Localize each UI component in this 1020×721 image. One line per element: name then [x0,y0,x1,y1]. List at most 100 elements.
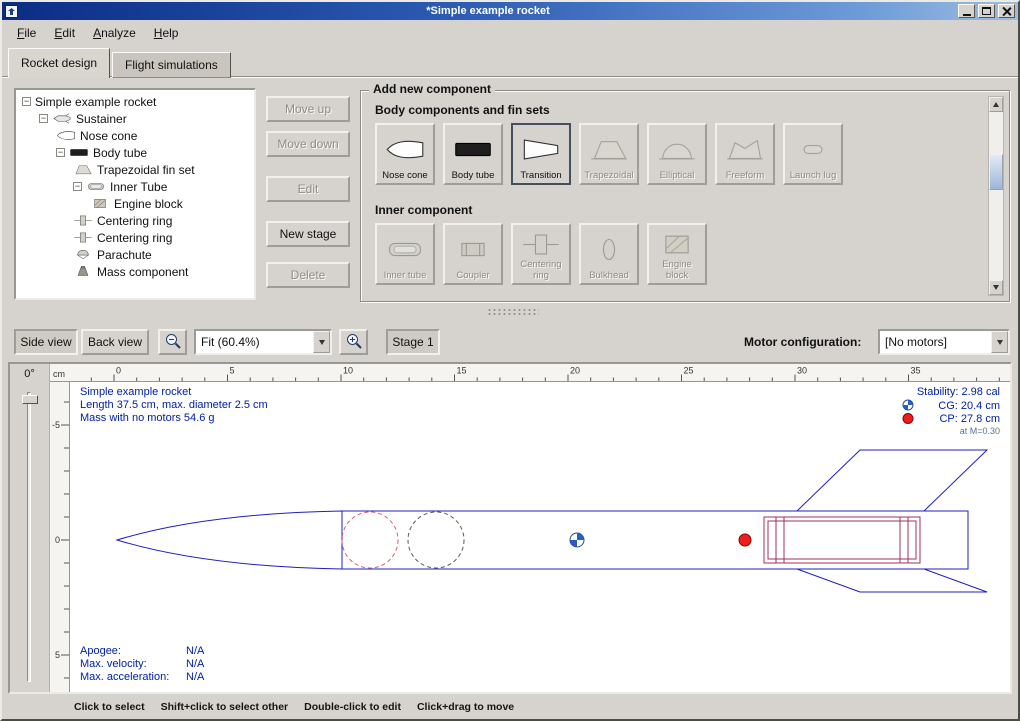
zoom-combo[interactable]: Fit (60.4%) [194,329,332,355]
tree-item-parachute-9[interactable]: Parachute [18,246,254,263]
splitter-handle[interactable] [487,308,539,317]
tree-item-sustainer-1[interactable]: −Sustainer [18,110,254,127]
menu-file[interactable]: File [8,23,45,43]
motor-configuration-combo[interactable]: [No motors] [878,329,1010,355]
move-up-button[interactable]: Move up [266,96,350,122]
svg-text:5: 5 [230,366,235,376]
hint-double-click: Double-click to edit [304,701,401,713]
tree-item-inner-tube-5[interactable]: − Inner Tube [18,178,254,195]
add-bulkhead-button[interactable]: Bulkhead [579,223,639,285]
centeringring-icon [73,214,93,227]
rotation-slider-thumb[interactable] [22,395,38,404]
minimize-button[interactable] [958,4,975,18]
rocket-name-text: Simple example rocket [80,386,191,398]
rocket-mass-text: Mass with no motors 54.6 g [80,412,215,424]
tree-item-engine-block-6[interactable]: Engine block [18,195,254,212]
tree-item-mass-component-10[interactable]: Mass component [18,263,254,280]
max-acceleration-value: N/A [186,671,205,683]
minimize-icon [963,14,971,16]
close-icon [1002,7,1011,16]
cp-marker [739,534,751,546]
add-component-panel: Add new component Body components and fi… [360,90,1010,302]
tree-item-trapezoidal-fin-set-4[interactable]: Trapezoidal fin set [18,161,254,178]
trapezoidal-icon [589,129,629,171]
tree-item-body-tube-3[interactable]: − Body tube [18,144,254,161]
rocket-view-panel: 0° cm 05101520253035 -505 [8,362,1012,694]
add-launch-lug-button[interactable]: Launch lug [783,123,843,185]
tree-item-label: Parachute [97,248,152,262]
collapse-icon[interactable]: − [22,97,31,106]
close-button[interactable] [998,4,1015,18]
mass-icon [73,265,93,278]
component-tree[interactable]: −Simple example rocket−SustainerNose con… [14,88,256,300]
menu-analyze[interactable]: Analyze [84,23,145,43]
add-elliptical-button[interactable]: Elliptical [647,123,707,185]
centeringring-icon [73,231,93,244]
scroll-down-button[interactable] [989,280,1003,295]
scroll-up-button[interactable] [989,97,1003,112]
title-bar[interactable]: *Simple example rocket [2,2,1018,20]
add-component-title: Add new component [369,82,495,96]
add-engine-block-button[interactable]: Engine block [647,223,707,285]
magnifier-minus-icon [164,332,182,353]
back-view-button[interactable]: Back view [81,329,149,355]
stage-1-toggle[interactable]: Stage 1 [386,329,440,355]
component-groups: Body components and fin sets Nose coneBod… [375,103,979,285]
rocket-length-text: Length 37.5 cm, max. diameter 2.5 cm [80,399,268,411]
menu-edit[interactable]: Edit [45,23,84,43]
tree-item-label: Mass component [97,265,188,279]
arrow-down-icon [993,285,999,290]
add-transition-button[interactable]: Transition [511,123,571,185]
add-coupler-button[interactable]: Coupler [443,223,503,285]
component-row-1: Inner tubeCouplerCentering ringBulkheadE… [375,223,979,285]
collapse-icon[interactable]: − [39,114,48,123]
move-down-button[interactable]: Move down [266,131,350,157]
collapse-icon[interactable]: − [73,182,82,191]
scrollbar-track[interactable] [989,112,1003,280]
add-freeform-button[interactable]: Freeform [715,123,775,185]
motor-configuration-label: Motor configuration: [744,335,861,349]
tree-item-nose-cone-2[interactable]: Nose cone [18,127,254,144]
apogee-value: N/A [186,645,205,657]
menu-help[interactable]: Help [145,23,188,43]
zoom-in-button[interactable] [339,329,368,355]
scrollbar-thumb[interactable] [989,154,1003,190]
tree-item-simple-example-rocket-0[interactable]: −Simple example rocket [18,93,254,110]
add-body-tube-button[interactable]: Body tube [443,123,503,185]
collapse-icon[interactable]: − [56,148,65,157]
add-component-scrollbar[interactable] [988,96,1004,296]
add-inner-tube-button[interactable]: Inner tube [375,223,435,285]
rocket-icon [52,112,72,125]
rotation-slider[interactable] [27,392,31,682]
tree-item-label: Body tube [93,146,147,160]
app-icon[interactable] [5,5,18,18]
new-stage-button[interactable]: New stage [266,221,350,247]
maximize-button[interactable] [978,4,995,18]
tree-item-centering-ring-8[interactable]: Centering ring [18,229,254,246]
tree-item-label: Centering ring [97,214,172,228]
centeringring-icon [521,229,561,260]
tree-item-label: Inner Tube [110,180,167,194]
rocket-canvas[interactable]: cm 05101520253035 -505 [50,364,1010,692]
tree-item-label: Simple example rocket [35,95,156,109]
combo-arrow-icon[interactable] [313,331,330,353]
svg-text:-5: -5 [52,420,60,430]
window-title: *Simple example rocket [21,5,955,17]
freeform-icon [725,129,765,171]
edit-button[interactable]: Edit [266,176,350,202]
tab-rocket-design[interactable]: Rocket design [8,48,110,78]
tab-flight-simulations[interactable]: Flight simulations [112,52,231,78]
add-centering-ring-button[interactable]: Centering ring [511,223,571,285]
rotation-control: 0° [10,364,50,692]
finset-icon [73,163,93,176]
add-nose-cone-button[interactable]: Nose cone [375,123,435,185]
side-view-button[interactable]: Side view [14,329,78,355]
delete-button[interactable]: Delete [266,262,350,288]
tree-item-label: Engine block [114,197,183,211]
tree-item-centering-ring-7[interactable]: Centering ring [18,212,254,229]
combo-arrow-icon[interactable] [991,331,1008,353]
tree-item-label: Centering ring [97,231,172,245]
group-label-body-components-and-fin-sets: Body components and fin sets [375,103,979,117]
zoom-out-button[interactable] [158,329,187,355]
add-trapezoidal-button[interactable]: Trapezoidal [579,123,639,185]
